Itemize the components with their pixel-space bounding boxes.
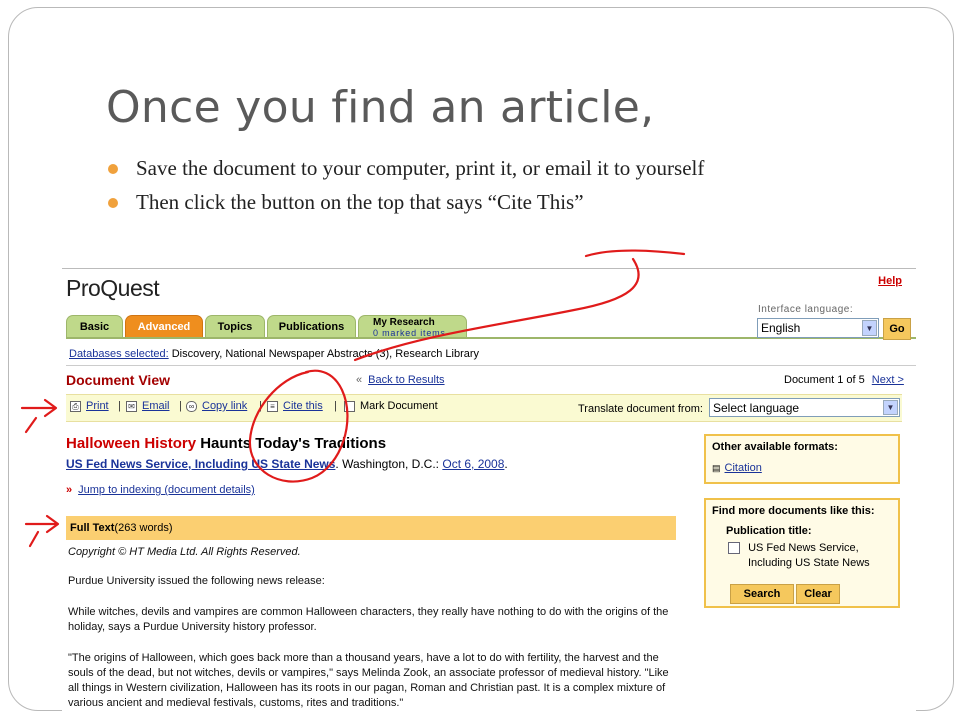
interface-language-select[interactable]: English ▼ (757, 318, 879, 338)
double-right-arrow-icon: » (66, 484, 73, 496)
tab-publications[interactable]: Publications (267, 315, 356, 338)
document-count: Document 1 of 5 (784, 374, 865, 386)
proquest-logo: ProQuest (66, 275, 160, 301)
source-link[interactable]: US Fed News Service, Including US State … (66, 457, 335, 471)
document-view-heading: Document View (66, 372, 170, 388)
chevron-down-icon: ▼ (883, 400, 898, 415)
word-count: (263 words) (114, 522, 173, 534)
email-link[interactable]: Email (142, 400, 170, 412)
interface-language-value: English (761, 321, 801, 335)
slide-title: Once you find an article, (106, 82, 655, 133)
copyright-text: Copyright © HT Media Ltd. All Rights Res… (68, 546, 301, 558)
translate-label: Translate document from: (578, 403, 703, 415)
mark-document-label: Mark Document (360, 400, 438, 412)
period: . (504, 457, 508, 471)
separator: | (179, 400, 182, 412)
date-link[interactable]: Oct 6, 2008 (442, 457, 504, 471)
jump-link[interactable]: Jump to indexing (document details) (78, 484, 255, 496)
copy-link-tool[interactable]: ∞ Copy link (186, 400, 247, 412)
back-to-results-link[interactable]: Back to Results (368, 374, 444, 386)
tab-basic[interactable]: Basic (66, 315, 123, 338)
publication-value-line1: US Fed News Service, (748, 542, 859, 554)
publication-value-line2: Including US State News (748, 557, 870, 569)
go-button[interactable]: Go (883, 318, 911, 340)
publication-option: US Fed News Service, Including US State … (728, 541, 898, 571)
print-link[interactable]: Print (86, 400, 109, 412)
databases-selected-link[interactable]: Databases selected: (69, 348, 169, 360)
full-text-label: Full Text (70, 522, 115, 534)
tab-my-research[interactable]: My Research 0 marked items (358, 315, 467, 338)
jump-to-indexing[interactable]: » Jump to indexing (document details) (66, 484, 255, 496)
paragraph: Purdue University issued the following n… (68, 575, 325, 587)
print-tool[interactable]: ⎙ Print (70, 400, 109, 412)
full-text-bar: Full Text (263 words) (66, 516, 676, 540)
article-place: . Washington, D.C.: (335, 457, 443, 471)
separator: | (118, 400, 121, 412)
databases-selected: Databases selected: Discovery, National … (69, 348, 479, 360)
citation-item[interactable]: ▤ Citation (712, 462, 892, 474)
proquest-screenshot: ProQuest Help Basic Advanced Topics Publ… (62, 268, 916, 713)
citation-icon: ▤ (712, 463, 721, 473)
translate-language-select[interactable]: Select language ▼ (709, 398, 900, 417)
divider (66, 365, 916, 366)
search-tabs: Basic Advanced Topics Publications My Re… (66, 315, 469, 338)
article-title-rest: Haunts Today's Traditions (200, 435, 387, 452)
mark-document-tool[interactable]: Mark Document (344, 400, 438, 412)
email-tool[interactable]: ✉ Email (126, 400, 170, 412)
cite-this-tool[interactable]: ≡ Cite this (267, 400, 323, 412)
publication-title-label: Publication title: (726, 525, 812, 537)
translate-language-value: Select language (713, 400, 800, 415)
search-button[interactable]: Search (730, 584, 794, 604)
tab-advanced[interactable]: Advanced (125, 315, 203, 338)
document-toolbar: ⎙ Print | ✉ Email | ∞ Copy link | ≡ Cite thi… (66, 394, 902, 422)
paragraph: While witches, devils and vampires are c… (68, 606, 669, 633)
my-research-label: My Research (373, 316, 435, 328)
separator: | (334, 400, 337, 412)
bullet-text: Then click the button on the top that sa… (136, 190, 584, 214)
article-source: US Fed News Service, Including US State … (66, 457, 508, 471)
help-link[interactable]: Help (878, 275, 902, 287)
double-left-arrow-icon: « (356, 374, 363, 386)
clear-button[interactable]: Clear (796, 584, 840, 604)
publication-checkbox[interactable] (728, 542, 740, 555)
print-icon: ⎙ (70, 400, 81, 412)
find-more-title: Find more documents like this: (712, 505, 875, 517)
bullet-dot-icon (108, 164, 118, 174)
document-counter: Document 1 of 5 Next > (784, 374, 904, 386)
chevron-down-icon: ▼ (862, 320, 877, 336)
document-icon: ≡ (267, 400, 278, 412)
separator: | (259, 400, 262, 412)
bullet-dot-icon (108, 198, 118, 208)
copy-link[interactable]: Copy link (202, 400, 247, 412)
other-formats-box: Other available formats: ▤ Citation (704, 434, 900, 484)
email-icon: ✉ (126, 400, 137, 412)
interface-language-label: Interface language: (758, 304, 854, 315)
paragraph: "The origins of Halloween, which goes ba… (68, 652, 669, 709)
back-to-results[interactable]: « Back to Results (356, 374, 445, 386)
find-more-box: Find more documents like this: Publicati… (704, 498, 900, 608)
databases-selected-value: Discovery, National Newspaper Abstracts … (171, 348, 480, 360)
bullet-text: Save the document to your computer, prin… (136, 156, 705, 180)
next-link[interactable]: Next > (872, 374, 904, 386)
bullet-item: Then click the button on the top that sa… (106, 189, 806, 215)
chain-link-icon: ∞ (186, 400, 197, 412)
marked-items-link[interactable]: 0 marked items (373, 328, 446, 338)
bullet-item: Save the document to your computer, prin… (106, 155, 806, 181)
checkbox-icon (344, 400, 355, 412)
citation-link[interactable]: Citation (725, 462, 762, 474)
bullet-list: Save the document to your computer, prin… (106, 155, 806, 223)
other-formats-title: Other available formats: (712, 441, 838, 453)
article-title-highlight: Halloween History (66, 435, 197, 452)
cite-this-link[interactable]: Cite this (283, 400, 323, 412)
tab-topics[interactable]: Topics (205, 315, 265, 338)
article-title: Halloween History Haunts Today's Traditi… (66, 435, 386, 452)
